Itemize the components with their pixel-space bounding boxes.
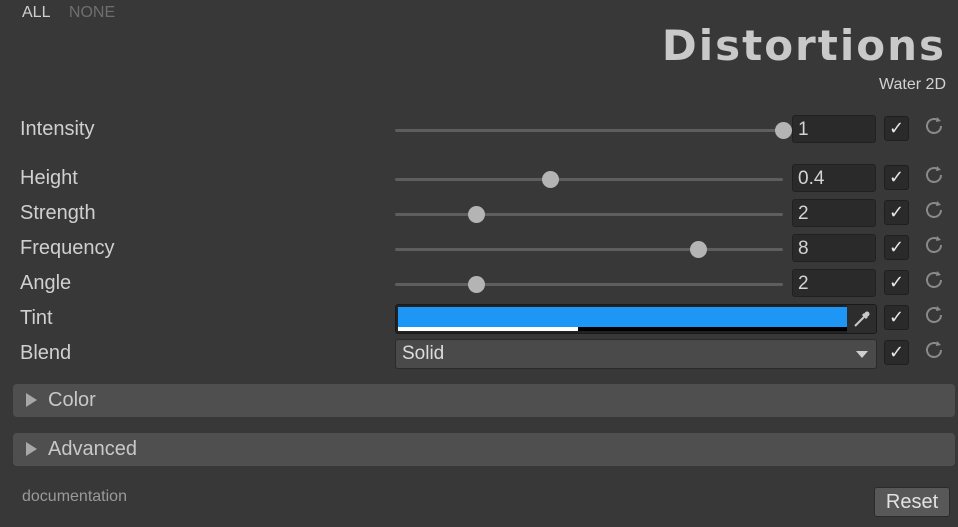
row-frequency: Frequency 8 ✓ xyxy=(0,234,958,264)
blend-enabled-checkbox[interactable]: ✓ xyxy=(884,340,909,365)
strength-field[interactable]: 2 xyxy=(792,199,876,227)
slider-thumb[interactable] xyxy=(468,276,486,293)
blend-selected-value: Solid xyxy=(402,343,445,364)
slider-track xyxy=(395,283,783,286)
frequency-enabled-checkbox[interactable]: ✓ xyxy=(884,235,909,260)
slider-track xyxy=(395,213,783,216)
slider-track xyxy=(395,129,783,132)
reset-button[interactable]: Reset xyxy=(874,487,950,517)
tint-enabled-checkbox[interactable]: ✓ xyxy=(884,305,909,330)
height-field[interactable]: 0.4 xyxy=(792,164,876,192)
height-slider[interactable] xyxy=(395,164,783,194)
blend-dropdown[interactable]: Solid xyxy=(395,339,877,369)
reset-arrow-icon[interactable] xyxy=(922,268,946,292)
reset-arrow-icon[interactable] xyxy=(922,233,946,257)
intensity-field[interactable]: 1 xyxy=(792,115,876,143)
frequency-field[interactable]: 8 xyxy=(792,234,876,262)
strength-slider[interactable] xyxy=(395,199,783,229)
expand-triangle-icon xyxy=(26,393,37,407)
reset-arrow-icon[interactable] xyxy=(922,163,946,187)
slider-track xyxy=(395,178,783,181)
row-angle: Angle 2 ✓ xyxy=(0,269,958,299)
height-enabled-checkbox[interactable]: ✓ xyxy=(884,165,909,190)
strength-label: Strength xyxy=(20,202,96,224)
intensity-enabled-checkbox[interactable]: ✓ xyxy=(884,116,909,141)
frequency-label: Frequency xyxy=(20,237,115,259)
slider-thumb[interactable] xyxy=(775,122,792,139)
angle-slider[interactable] xyxy=(395,269,783,299)
strength-enabled-checkbox[interactable]: ✓ xyxy=(884,200,909,225)
advanced-foldout-label: Advanced xyxy=(48,438,137,460)
color-foldout[interactable]: Color xyxy=(13,384,955,417)
intensity-label: Intensity xyxy=(20,118,95,140)
slider-thumb[interactable] xyxy=(689,241,707,258)
slider-thumb[interactable] xyxy=(468,206,486,223)
row-height: Height 0.4 ✓ xyxy=(0,164,958,194)
reset-arrow-icon[interactable] xyxy=(922,303,946,327)
angle-enabled-checkbox[interactable]: ✓ xyxy=(884,270,909,295)
slider-thumb[interactable] xyxy=(542,171,560,188)
tint-color-field[interactable] xyxy=(395,304,877,334)
angle-label: Angle xyxy=(20,272,72,294)
expand-triangle-icon xyxy=(26,442,37,456)
reset-arrow-icon[interactable] xyxy=(922,198,946,222)
height-label: Height xyxy=(20,167,78,189)
documentation-link[interactable]: documentation xyxy=(22,488,127,506)
angle-field[interactable]: 2 xyxy=(792,269,876,297)
panel-subtitle: Water 2D xyxy=(879,76,946,93)
frequency-slider[interactable] xyxy=(395,234,783,264)
intensity-slider[interactable] xyxy=(395,115,792,145)
tint-alpha-fill xyxy=(398,327,578,331)
slider-track xyxy=(395,248,783,251)
color-foldout-label: Color xyxy=(48,389,96,411)
tint-color-swatch[interactable] xyxy=(398,307,847,327)
row-strength: Strength 2 ✓ xyxy=(0,199,958,229)
select-none-link[interactable]: NONE xyxy=(69,4,115,21)
blend-label: Blend xyxy=(20,342,72,364)
advanced-foldout[interactable]: Advanced xyxy=(13,433,955,466)
eyedropper-icon[interactable] xyxy=(847,305,876,333)
row-blend: Blend Solid ✓ xyxy=(0,339,958,369)
panel-title: Distortions xyxy=(661,21,946,70)
select-all-link[interactable]: ALL xyxy=(22,4,50,21)
select-links: ALL NONE xyxy=(22,4,129,22)
reset-arrow-icon[interactable] xyxy=(922,338,946,362)
row-intensity: Intensity 1 ✓ xyxy=(0,115,958,145)
tint-alpha-bar xyxy=(398,327,847,331)
reset-arrow-icon[interactable] xyxy=(922,114,946,138)
tint-label: Tint xyxy=(20,307,53,329)
row-tint: Tint ✓ xyxy=(0,304,958,334)
chevron-down-icon xyxy=(856,351,868,358)
